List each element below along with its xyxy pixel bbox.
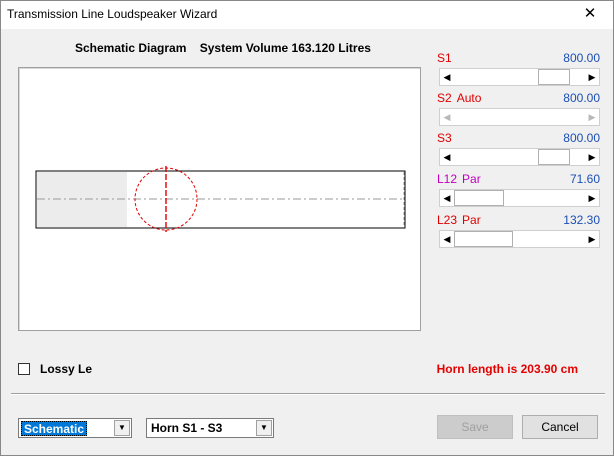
slider-l12-scrollbar[interactable]: ◀ ▶	[439, 189, 600, 207]
schematic-diagram	[35, 166, 406, 232]
scroll-right-icon[interactable]: ▶	[585, 231, 599, 247]
slider-l23-scrollbar[interactable]: ◀ ▶	[439, 230, 600, 248]
scroll-right-icon[interactable]: ▶	[585, 190, 599, 206]
horn-select-value: Horn S1 - S3	[151, 421, 223, 435]
save-button[interactable]: Save	[437, 415, 513, 439]
system-volume-label: System Volume 163.120 Litres	[199, 41, 371, 55]
slider-s2-label: S2 Auto	[437, 91, 481, 105]
cancel-button[interactable]: Cancel	[522, 415, 598, 439]
title-bar: Transmission Line Loudspeaker Wizard ✕	[1, 1, 613, 29]
slider-s2-name: S2	[437, 91, 452, 105]
lossy-le-checkbox[interactable]	[18, 363, 30, 375]
view-select-value: Schematic	[21, 421, 88, 436]
slider-s3-label: S3	[437, 131, 457, 145]
diagram-title: Schematic Diagram	[75, 41, 187, 55]
scroll-right-icon: ▶	[588, 112, 596, 122]
slider-l12-name: L12	[437, 172, 458, 186]
chevron-down-icon[interactable]: ▼	[114, 420, 130, 436]
horn-select[interactable]: Horn S1 - S3 ▼	[146, 418, 274, 438]
view-select[interactable]: Schematic ▼	[18, 418, 132, 438]
slider-s3-name: S3	[437, 131, 452, 145]
scroll-right-icon[interactable]: ▶	[585, 149, 599, 165]
save-button-label: Save	[461, 420, 489, 434]
slider-s2-mode: Auto	[456, 91, 482, 105]
window-title: Transmission Line Loudspeaker Wizard	[7, 7, 218, 21]
slider-l23-name: L23	[437, 213, 458, 227]
close-icon: ✕	[583, 5, 597, 22]
slider-l12-thumb[interactable]	[454, 190, 504, 206]
scroll-left-icon[interactable]: ◀	[440, 149, 454, 165]
scroll-right-icon[interactable]: ▶	[585, 69, 599, 85]
scroll-left-icon[interactable]: ◀	[440, 190, 454, 206]
wizard-window: Transmission Line Loudspeaker Wizard ✕ S…	[0, 0, 614, 456]
slider-l23-value: 132.30	[563, 213, 600, 227]
slider-s1-scrollbar[interactable]: ◀ ▶	[439, 68, 600, 86]
cancel-button-label: Cancel	[541, 420, 579, 434]
slider-s1-label: S1	[437, 51, 457, 65]
slider-l23-mode: Par	[462, 213, 481, 227]
chevron-down-icon[interactable]: ▼	[256, 420, 272, 436]
slider-l12-value: 71.60	[569, 172, 600, 186]
slider-s3-value: 800.00	[563, 131, 600, 145]
slider-l23-label: L23 Par	[437, 213, 481, 227]
slider-l12-mode: Par	[462, 172, 481, 186]
scroll-left-icon[interactable]: ◀	[440, 231, 454, 247]
diagram-header: Schematic Diagram System Volume 163.120 …	[75, 41, 381, 55]
close-button[interactable]: ✕	[567, 1, 613, 29]
lossy-le-label[interactable]: Lossy Le	[40, 362, 92, 376]
horn-length-text: Horn length is 203.90 cm	[436, 362, 578, 376]
slider-s1-name: S1	[437, 51, 452, 65]
slider-s2-scrollbar[interactable]: ◀ ▶	[439, 108, 600, 126]
slider-s2-value: 800.00	[563, 91, 600, 105]
scroll-left-icon[interactable]: ◀	[440, 69, 454, 85]
slider-s3-scrollbar[interactable]: ◀ ▶	[439, 148, 600, 166]
slider-s1-thumb[interactable]	[538, 69, 570, 85]
schematic-panel	[18, 67, 421, 331]
slider-s1-value: 800.00	[563, 51, 600, 65]
slider-l12-label: L12 Par	[437, 172, 481, 186]
scroll-left-icon: ◀	[443, 112, 451, 122]
slider-l23-thumb[interactable]	[454, 231, 513, 247]
separator	[11, 393, 605, 395]
slider-s3-thumb[interactable]	[538, 149, 570, 165]
